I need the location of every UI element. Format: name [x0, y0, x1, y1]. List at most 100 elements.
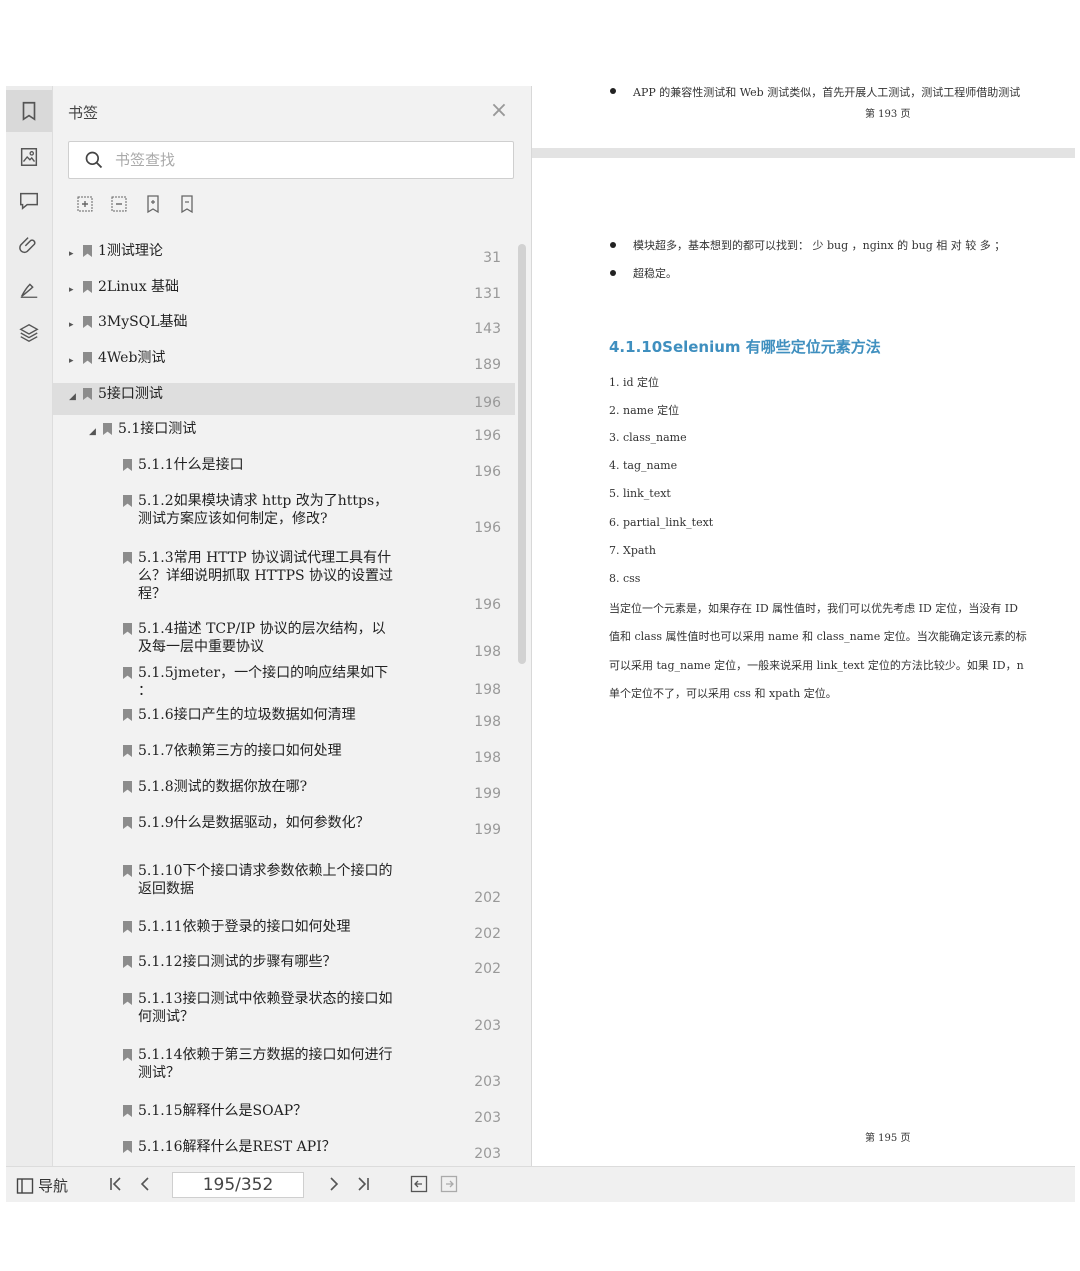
expand-caret-icon[interactable]: ▸: [69, 314, 74, 336]
bookmark-icon: [123, 1141, 132, 1153]
comment-icon[interactable]: [6, 180, 52, 222]
bookmark-page-number: 196: [474, 597, 501, 613]
bookmark-search[interactable]: [68, 141, 514, 179]
section-heading: 4.1.10Selenium 有哪些定位元素方法: [609, 338, 881, 356]
image-icon[interactable]: [6, 136, 52, 178]
close-icon[interactable]: ×: [489, 100, 509, 122]
bookmark-item[interactable]: 5.1.1什么是接口 196: [53, 454, 515, 484]
remove-bookmark-icon[interactable]: [177, 194, 197, 214]
bookmark-icon: [123, 745, 132, 757]
bookmark-item[interactable]: 5.1.4描述 TCP/IP 协议的层次结构，以 及每一层中重要协议 198: [53, 618, 515, 664]
bookmark-item[interactable]: ▸ 4Web测试 189: [53, 347, 515, 377]
bookmark-label: 5.1.11依赖于登录的接口如何处理: [138, 919, 351, 935]
bookmark-icon: [123, 921, 132, 933]
list-item: 3. class_name: [609, 431, 687, 444]
bookmark-item[interactable]: 5.1.7依赖第三方的接口如何处理 198: [53, 740, 515, 770]
next-page-icon[interactable]: [325, 1175, 343, 1193]
list-item: 1. id 定位: [609, 376, 660, 389]
bookmark-label: 5.1.14依赖于第三方数据的接口如何进行 测试？: [138, 1047, 393, 1081]
bookmark-item[interactable]: 5.1.8测试的数据你放在哪? 199: [53, 776, 515, 806]
bookmark-label: 5.1.4描述 TCP/IP 协议的层次结构，以 及每一层中重要协议: [138, 621, 386, 655]
bookmark-label: 5.1.16解释什么是REST API？: [138, 1139, 336, 1155]
document-view: APP 的兼容性测试和 Web 测试类似，首先开展人工测试，测试工程师借助测试 …: [532, 86, 1075, 1166]
bookmark-item[interactable]: 5.1.11依赖于登录的接口如何处理 202: [53, 916, 515, 946]
bookmark-item[interactable]: ◢ 5接口测试 196: [53, 383, 515, 415]
previous-page-icon[interactable]: [136, 1175, 154, 1193]
bookmark-icon: [123, 623, 132, 635]
attachment-icon[interactable]: [6, 224, 52, 266]
paragraph-line: 值和 class 属性值时也可以采用 name 和 class_name 定位。…: [609, 630, 1027, 643]
page-separator: [532, 148, 1075, 158]
collapse-caret-icon[interactable]: ◢: [69, 386, 76, 408]
navigation-toggle-button[interactable]: 导航: [16, 1175, 68, 1196]
page-number-input[interactable]: 195/352: [172, 1172, 304, 1198]
bookmark-icon: [123, 459, 132, 471]
bookmark-item[interactable]: 5.1.5jmeter，一个接口的响应结果如下 ： 198: [53, 662, 515, 702]
signature-icon[interactable]: [6, 268, 52, 310]
layers-icon[interactable]: [6, 312, 52, 354]
expand-caret-icon[interactable]: ▸: [69, 279, 74, 301]
last-page-icon[interactable]: [354, 1175, 372, 1193]
bookmark-item[interactable]: ▸ 2Linux 基础 131: [53, 276, 515, 306]
bookmark-item[interactable]: 5.1.3常用 HTTP 协议调试代理工具有什 么？详细说明抓取 HTTPS 协…: [53, 547, 515, 617]
bookmark-item[interactable]: 5.1.12接口测试的步骤有哪些？ 202: [53, 951, 515, 981]
expand-caret-icon[interactable]: ▸: [69, 243, 74, 265]
bookmark-page-number: 198: [474, 682, 501, 698]
bookmark-icon: [123, 709, 132, 721]
bookmark-item[interactable]: ◢ 5.1接口测试 196: [53, 418, 515, 448]
prev-page-bullet-text: APP 的兼容性测试和 Web 测试类似，首先开展人工测试，测试工程师借助测试: [633, 86, 1021, 99]
first-page-icon[interactable]: [107, 1175, 125, 1193]
collapse-caret-icon[interactable]: ◢: [89, 421, 96, 443]
list-item: 7. Xpath: [609, 544, 656, 557]
list-item: 8. css: [609, 572, 641, 585]
bookmark-tree: ▸ 1测试理论 31 ▸ 2Linux 基础 131 ▸ 3MySQL基础 143 ▸ 4Web测试…: [53, 236, 515, 1166]
add-bookmark-icon[interactable]: [143, 194, 163, 214]
scrollbar[interactable]: [518, 244, 526, 664]
bullet-text: 超稳定。: [633, 267, 677, 280]
bookmark-item[interactable]: ▸ 1测试理论 31: [53, 240, 515, 270]
bookmark-page-number: 31: [483, 250, 501, 266]
list-item: 2. name 定位: [609, 404, 680, 417]
back-view-icon[interactable]: [410, 1175, 428, 1193]
bookmark-page-number: 199: [474, 822, 501, 838]
bookmark-icon: [123, 865, 132, 877]
bookmark-page-number: 203: [474, 1074, 501, 1090]
search-input[interactable]: [113, 146, 497, 174]
bookmark-page-number: 198: [474, 714, 501, 730]
bookmark-icon: [103, 423, 112, 435]
paragraph-line: 可以采用 tag_name 定位，一般来说采用 link_text 定位的方法比…: [609, 659, 1024, 672]
bullet-dot: [610, 242, 616, 248]
bookmark-page-number: 199: [474, 786, 501, 802]
bookmark-page-number: 189: [474, 357, 501, 373]
bookmark-item[interactable]: 5.1.6接口产生的垃圾数据如何清理 198: [53, 704, 515, 734]
bookmark-item[interactable]: 5.1.10下个接口请求参数依赖上个接口的 返回数据 202: [53, 860, 515, 910]
bookmark-item[interactable]: 5.1.2如果模块请求 http 改为了https， 测试方案应该如何制定，修改…: [53, 490, 515, 540]
panel-title: 书签: [68, 104, 99, 122]
bookmark-label: 5接口测试: [98, 386, 163, 402]
bullet-text: 模块超多，基本想到的都可以找到： 少 bug ，nginx 的 bug 相 对 …: [633, 239, 1006, 252]
bookmark-item[interactable]: 5.1.16解释什么是REST API？ 203: [53, 1136, 515, 1166]
bookmark-label: 5.1.2如果模块请求 http 改为了https， 测试方案应该如何制定，修改…: [138, 493, 389, 527]
bookmark-item[interactable]: ▸ 3MySQL基础 143: [53, 311, 515, 341]
forward-view-icon[interactable]: [440, 1175, 458, 1193]
bookmark-item[interactable]: 5.1.14依赖于第三方数据的接口如何进行 测试？ 203: [53, 1044, 515, 1094]
bookmark-page-number: 203: [474, 1110, 501, 1126]
bookmark-icon: [83, 281, 92, 293]
bookmark-panel: 书签 × ▸ 1测试理论 31 ▸ 2Linux 基础 131 ▸ 3MySQL基础 143 ▸ 4…: [53, 86, 532, 1166]
bookmark-label: 4Web测试: [98, 350, 166, 366]
collapse-all-icon[interactable]: [109, 194, 129, 214]
bookmark-item[interactable]: 5.1.15解释什么是SOAP？ 203: [53, 1100, 515, 1130]
bullet-dot: [610, 88, 616, 94]
bookmark-icon: [123, 817, 132, 829]
bookmark-page-number: 196: [474, 464, 501, 480]
expand-caret-icon[interactable]: ▸: [69, 350, 74, 372]
bookmark-item[interactable]: 5.1.9什么是数据驱动，如何参数化？ 199: [53, 812, 515, 842]
bookmark-page-number: 203: [474, 1018, 501, 1034]
bookmark-page-number: 202: [474, 926, 501, 942]
bookmark-icon: [123, 1105, 132, 1117]
bookmark-item[interactable]: 5.1.13接口测试中依赖登录状态的接口如 何测试？ 203: [53, 988, 515, 1038]
bookmark-page-number: 202: [474, 890, 501, 906]
bookmark-icon[interactable]: [6, 90, 52, 132]
expand-all-icon[interactable]: [75, 194, 95, 214]
list-item: 4. tag_name: [609, 459, 678, 472]
